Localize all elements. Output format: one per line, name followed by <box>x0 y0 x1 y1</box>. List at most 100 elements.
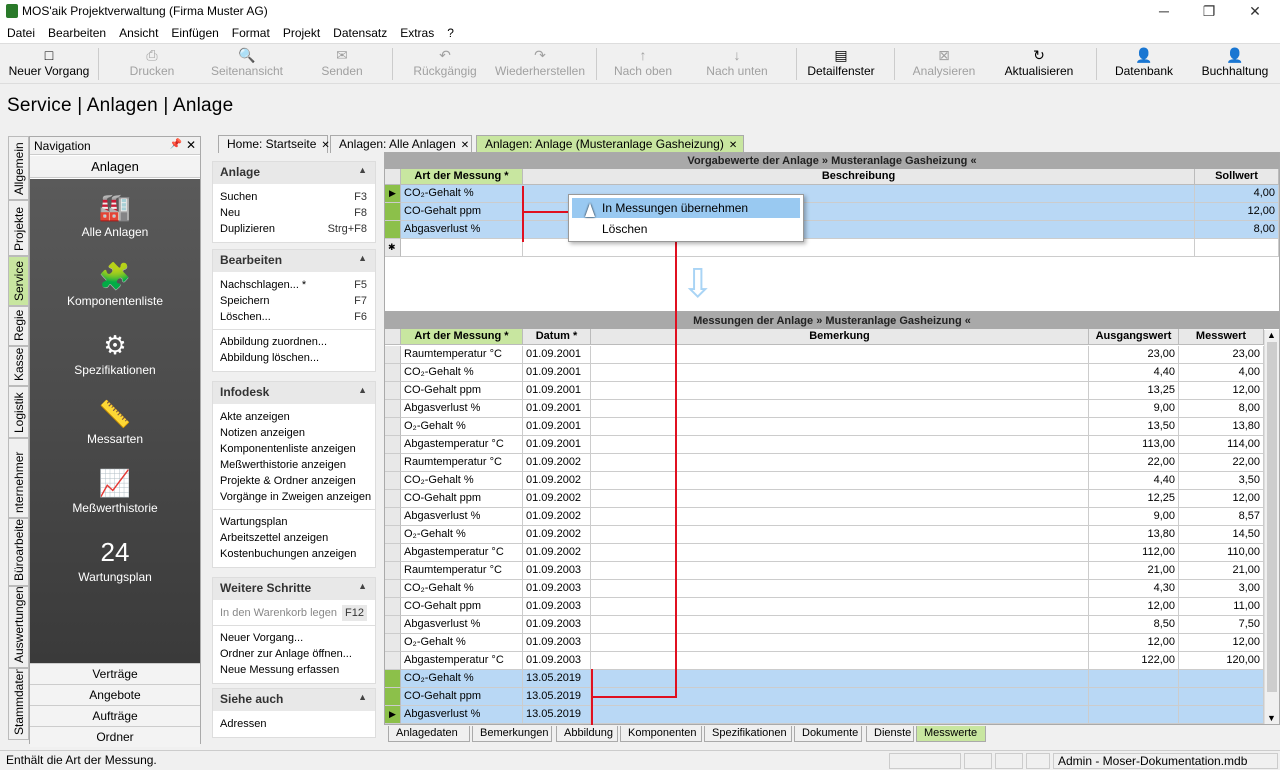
grid2-cell[interactable]: 01.09.2002 <box>523 472 591 490</box>
grid2-row-selector[interactable] <box>385 688 401 706</box>
grid2-row-selector[interactable] <box>385 508 401 526</box>
taskpane-item[interactable]: Neu F8 <box>213 205 375 221</box>
grid2-cell[interactable]: 12,25 <box>1089 490 1179 508</box>
grid2-cell[interactable]: 3,00 <box>1179 580 1264 598</box>
grid2-cell[interactable]: 11,00 <box>1179 598 1264 616</box>
taskpane-item[interactable]: Projekte & Ordner anzeigen <box>213 473 375 489</box>
grid2-cell[interactable]: 112,00 <box>1089 544 1179 562</box>
ctx-delete[interactable]: Löschen <box>572 219 800 239</box>
grid2-cell[interactable] <box>591 490 1089 508</box>
grid2-row-selector[interactable] <box>385 382 401 400</box>
grid2-cell[interactable]: 9,00 <box>1089 508 1179 526</box>
grid2-cell[interactable]: 120,00 <box>1179 652 1264 670</box>
vtab-7[interactable]: Büroarbeiten <box>8 518 29 586</box>
toolbar-button-11[interactable]: 👤 Datenbank <box>1104 46 1184 82</box>
grid2-cell[interactable]: 01.09.2002 <box>523 454 591 472</box>
grid2-cell[interactable] <box>591 580 1089 598</box>
grid2-cell[interactable]: Raumtemperatur °C <box>401 454 523 472</box>
toolbar-button-9[interactable]: ⊠ Analysieren <box>900 46 988 82</box>
grid2-cell[interactable] <box>591 400 1089 418</box>
menu-4[interactable]: Format <box>225 22 276 43</box>
taskpane-item[interactable]: Neuer Vorgang... <box>213 630 375 646</box>
grid2-cell[interactable] <box>1179 670 1264 688</box>
grid2-cell[interactable]: 01.09.2001 <box>523 418 591 436</box>
nav-item-4[interactable]: 📈 Meßwerthistorie <box>30 465 200 515</box>
vtab-2[interactable]: Service <box>8 256 29 306</box>
detail-tab-3[interactable]: Komponenten <box>620 726 702 742</box>
grid2-row-selector[interactable] <box>385 544 401 562</box>
toolbar-button-12[interactable]: 👤 Buchhaltung <box>1192 46 1278 82</box>
taskpane-item[interactable]: Löschen... F6 <box>213 309 375 325</box>
nav-button-3[interactable]: Ordner <box>30 726 200 747</box>
grid2-header-3[interactable]: Ausgangswert <box>1089 329 1179 345</box>
grid2-cell[interactable]: 01.09.2003 <box>523 598 591 616</box>
taskpane-item[interactable]: Arbeitszettel anzeigen <box>213 530 375 546</box>
doc-tab-0[interactable]: Home: Startseite ✕ <box>218 135 330 153</box>
grid2-cell[interactable]: 122,00 <box>1089 652 1179 670</box>
grid2-cell[interactable]: 12,00 <box>1089 634 1179 652</box>
menu-6[interactable]: Datensatz <box>326 22 393 43</box>
grid2-cell[interactable]: 13,25 <box>1089 382 1179 400</box>
collapse-icon[interactable]: ▲ <box>358 581 367 591</box>
grid2-cell[interactable]: 110,00 <box>1179 544 1264 562</box>
taskpane-item[interactable]: Adressen <box>213 716 375 732</box>
grid1-header-2[interactable]: Sollwert <box>1195 169 1279 185</box>
taskpane-item[interactable]: Vorgänge in Zweigen anzeigen <box>213 489 375 505</box>
vtab-5[interactable]: Logistik <box>8 386 29 438</box>
toolbar-button-0[interactable]: □ Neuer Vorgang <box>4 46 94 82</box>
grid2-cell[interactable]: 01.09.2003 <box>523 634 591 652</box>
nav-item-2[interactable]: ⚙ Spezifikationen <box>30 327 200 377</box>
grid2-row-selector[interactable] <box>385 526 401 544</box>
grid2-cell[interactable]: CO₂-Gehalt % <box>401 580 523 598</box>
grid2-cell[interactable] <box>591 562 1089 580</box>
grid2-cell[interactable]: Raumtemperatur °C <box>401 346 523 364</box>
grid2-cell[interactable] <box>591 418 1089 436</box>
grid2-cell[interactable]: 22,00 <box>1179 454 1264 472</box>
taskpane-item[interactable]: Neue Messung erfassen <box>213 662 375 678</box>
minimize-button[interactable]: ─ <box>1144 2 1184 20</box>
vtab-8[interactable]: Auswertungen <box>8 586 29 668</box>
taskpane-group-title[interactable]: Weitere Schritte ▲ <box>213 578 375 600</box>
vtab-4[interactable]: Kasse <box>8 346 29 386</box>
grid2-cell[interactable]: 01.09.2002 <box>523 490 591 508</box>
doc-tab-1[interactable]: Anlagen: Alle Anlagen ✕ <box>330 135 472 153</box>
taskpane-item[interactable]: Abbildung löschen... <box>213 350 375 366</box>
grid2-cell[interactable] <box>591 616 1089 634</box>
grid2-cell[interactable]: 01.09.2001 <box>523 436 591 454</box>
measurements-scrollbar[interactable]: ▲ ▼ <box>1264 330 1279 724</box>
grid2-header-0[interactable]: Art der Messung * <box>401 329 523 345</box>
grid2-row-selector[interactable] <box>385 364 401 382</box>
ctx-transfer-to-measurements[interactable]: In Messungen übernehmen <box>572 198 800 218</box>
grid2-cell[interactable]: 01.09.2001 <box>523 346 591 364</box>
grid2-cell[interactable]: 9,00 <box>1089 400 1179 418</box>
grid2-cell[interactable]: 01.09.2002 <box>523 544 591 562</box>
grid2-cell[interactable]: 12,00 <box>1179 490 1264 508</box>
tab-close-icon[interactable]: ✕ <box>321 140 329 151</box>
grid2-cell[interactable]: 23,00 <box>1089 346 1179 364</box>
taskpane-item[interactable]: Akte anzeigen <box>213 409 375 425</box>
grid2-cell[interactable]: Abgasverlust % <box>401 706 523 724</box>
nav-close-icon[interactable]: ✕ <box>186 138 196 152</box>
doc-tab-2[interactable]: Anlagen: Anlage (Musteranlage Gasheizung… <box>476 135 744 153</box>
collapse-icon[interactable]: ▲ <box>358 692 367 702</box>
grid2-cell[interactable]: 12,00 <box>1089 598 1179 616</box>
grid2-row-selector[interactable] <box>385 670 401 688</box>
grid2-row-selector[interactable] <box>385 580 401 598</box>
grid2-cell[interactable] <box>591 706 1089 724</box>
grid2-cell[interactable]: 01.09.2003 <box>523 616 591 634</box>
grid1-new-row-selector[interactable]: ✱ <box>385 239 401 257</box>
detail-tab-7[interactable]: Messwerte <box>916 726 986 742</box>
taskpane-group-title[interactable]: Siehe auch ▲ <box>213 689 375 711</box>
grid2-cell[interactable]: Abgastemperatur °C <box>401 652 523 670</box>
grid2-row-selector[interactable] <box>385 400 401 418</box>
nav-item-1[interactable]: 🧩 Komponentenliste <box>30 258 200 308</box>
grid2-cell[interactable]: Abgasverlust % <box>401 616 523 634</box>
grid1-cell[interactable]: 8,00 <box>1195 221 1279 239</box>
grid2-cell[interactable] <box>591 670 1089 688</box>
grid2-cell[interactable] <box>1089 706 1179 724</box>
grid2-cell[interactable]: 4,00 <box>1179 364 1264 382</box>
grid1-cell[interactable]: 12,00 <box>1195 203 1279 221</box>
taskpane-item[interactable]: Meßwerthistorie anzeigen <box>213 457 375 473</box>
nav-button-2[interactable]: Aufträge <box>30 705 200 726</box>
grid1-new-cell[interactable] <box>401 239 523 257</box>
